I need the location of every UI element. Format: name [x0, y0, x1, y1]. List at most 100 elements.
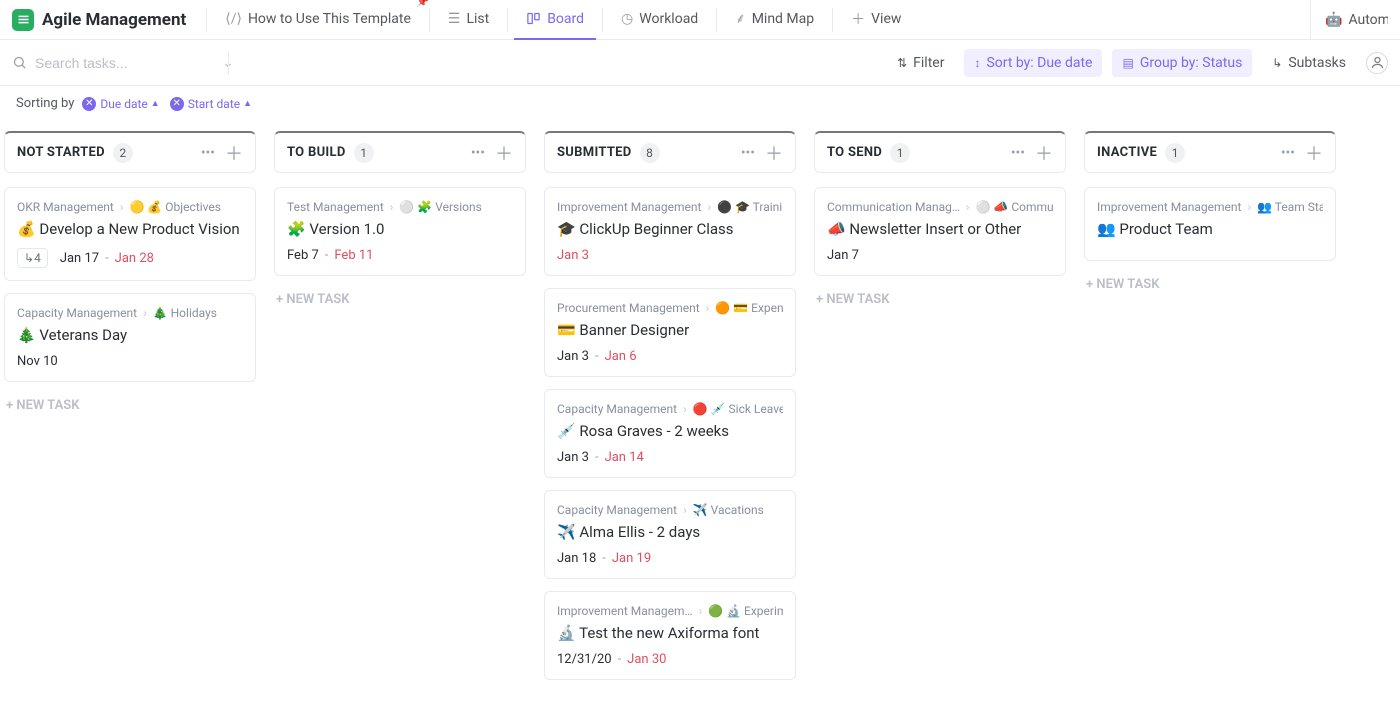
- divider: [507, 8, 508, 32]
- task-card[interactable]: Improvement Management › 👥 Team Status 👥…: [1084, 187, 1336, 261]
- nav-board[interactable]: Board: [514, 0, 596, 40]
- start-date: Jan 7: [827, 248, 859, 263]
- new-task-button[interactable]: + NEW TASK: [814, 288, 1066, 311]
- add-card-button[interactable]: ＋: [495, 140, 513, 166]
- arrow-up-icon: ▲: [151, 98, 160, 109]
- board: NOT STARTED 2 ••• ＋ OKR Management › 🟡 💰…: [0, 121, 1400, 722]
- add-card-button[interactable]: ＋: [1305, 140, 1323, 166]
- group-label: Group by: Status: [1140, 55, 1242, 71]
- sort-chips-row: Sorting by ✕ Due date ▲ ✕ Start date ▲: [0, 86, 1400, 121]
- breadcrumb-list: ⚫ 🎓 Trainings: [717, 200, 783, 214]
- column-count: 1: [1165, 143, 1185, 163]
- robot-icon: 🤖: [1325, 12, 1342, 28]
- column-count: 1: [354, 143, 374, 163]
- filter-button[interactable]: ⇅ Filter: [887, 49, 954, 77]
- close-icon[interactable]: ✕: [82, 97, 96, 111]
- breadcrumb-list: ⚪ 📣 Communica…: [976, 200, 1054, 214]
- column-menu[interactable]: •••: [1281, 145, 1295, 161]
- task-title: 🎄 Veterans Day: [17, 326, 243, 344]
- nav-workload[interactable]: ◷ Workload: [609, 0, 710, 40]
- divider: [228, 51, 229, 75]
- column-count: 8: [640, 143, 660, 163]
- start-date: 12/31/20: [557, 652, 612, 667]
- add-card-button[interactable]: ＋: [1035, 140, 1053, 166]
- divider: [602, 8, 603, 32]
- column-menu[interactable]: •••: [471, 145, 485, 161]
- column-header: SUBMITTED 8 ••• ＋: [544, 131, 796, 173]
- nav-addview-label: View: [871, 11, 901, 27]
- group-button[interactable]: ▤ Group by: Status: [1112, 49, 1252, 77]
- topbar: Agile Management ⟨/⟩ How to Use This Tem…: [0, 0, 1400, 40]
- column-title: INACTIVE: [1097, 145, 1157, 160]
- due-date: Jan 19: [612, 551, 651, 566]
- chevron-right-icon: ›: [120, 200, 124, 214]
- code-icon: ⟨/⟩: [225, 11, 242, 27]
- add-card-button[interactable]: ＋: [225, 140, 243, 166]
- arrow-up-icon: ▲: [243, 98, 252, 109]
- task-card[interactable]: Test Management › ⚪ 🧩 Versions 🧩 Version…: [274, 187, 526, 276]
- close-icon[interactable]: ✕: [170, 97, 184, 111]
- pin-icon: 📌: [416, 0, 428, 8]
- search-wrap: ⌄: [12, 54, 222, 72]
- column-title: NOT STARTED: [17, 145, 105, 160]
- chevron-right-icon: ›: [707, 200, 711, 214]
- column-header: TO SEND 1 ••• ＋: [814, 131, 1066, 173]
- breadcrumb: OKR Management › 🟡 💰 Objectives: [17, 200, 243, 214]
- new-task-button[interactable]: + NEW TASK: [4, 394, 256, 417]
- chevron-right-icon: ›: [966, 200, 970, 214]
- nav-addview[interactable]: ＋ View: [839, 0, 913, 40]
- sort-chip-due-date[interactable]: ✕ Due date ▲: [82, 97, 159, 111]
- task-card[interactable]: Improvement Management › ⚫ 🎓 Trainings 🎓…: [544, 187, 796, 276]
- task-card[interactable]: OKR Management › 🟡 💰 Objectives 💰 Develo…: [4, 187, 256, 281]
- sort-chip-start-date[interactable]: ✕ Start date ▲: [170, 97, 252, 111]
- breadcrumb-list: ✈️ Vacations: [693, 503, 764, 517]
- column-menu[interactable]: •••: [201, 145, 215, 161]
- column-title: TO SEND: [827, 145, 882, 160]
- subtask-count[interactable]: ↳ 4: [17, 248, 48, 268]
- column-menu[interactable]: •••: [741, 145, 755, 161]
- chevron-right-icon: ›: [683, 503, 687, 517]
- sort-icon: ↕: [974, 56, 980, 70]
- task-card[interactable]: Procurement Management › 🟠 💳 Expenses 💳 …: [544, 288, 796, 377]
- subtasks-button[interactable]: ↳ Subtasks: [1262, 49, 1356, 77]
- sorting-by-label: Sorting by: [16, 96, 74, 111]
- breadcrumb: Capacity Management › 🔴 💉 Sick Leave: [557, 402, 783, 416]
- nav-howto-label: How to Use This Template: [248, 11, 411, 27]
- breadcrumb-space: Test Management: [287, 200, 384, 214]
- due-date: Jan 30: [627, 652, 666, 667]
- task-title: ✈️ Alma Ellis - 2 days: [557, 523, 783, 541]
- task-title: 🔬 Test the new Axiforma font: [557, 624, 783, 642]
- add-card-button[interactable]: ＋: [765, 140, 783, 166]
- sort-button[interactable]: ↕ Sort by: Due date: [964, 49, 1102, 77]
- nav-mindmap[interactable]: ⸙ Mind Map: [723, 0, 826, 40]
- column-menu[interactable]: •••: [1011, 145, 1025, 161]
- nav-list[interactable]: ☰ List: [436, 0, 501, 40]
- task-dates: Feb 7 - Feb 11: [287, 248, 513, 263]
- search-input[interactable]: [33, 54, 218, 72]
- task-title: 🧩 Version 1.0: [287, 220, 513, 238]
- due-date: Jan 6: [605, 349, 637, 364]
- new-task-button[interactable]: + NEW TASK: [274, 288, 526, 311]
- assignee-filter[interactable]: [1366, 52, 1388, 74]
- task-card[interactable]: Improvement Managem… › 🟢 🔬 Experime… 🔬 T…: [544, 591, 796, 680]
- automations-label: Automations: [1348, 12, 1388, 28]
- task-dates: Jan 7: [827, 248, 1053, 263]
- start-date: Jan 3: [557, 349, 589, 364]
- start-date: Nov 10: [17, 354, 58, 369]
- chevron-right-icon: ›: [1247, 200, 1251, 214]
- nav-howto[interactable]: ⟨/⟩ How to Use This Template 📌: [213, 0, 423, 40]
- new-task-button[interactable]: + NEW TASK: [1084, 273, 1336, 296]
- due-date: Feb 11: [334, 248, 373, 263]
- column-submitted: SUBMITTED 8 ••• ＋ Improvement Management…: [544, 131, 796, 692]
- task-card[interactable]: Capacity Management › ✈️ Vacations ✈️ Al…: [544, 490, 796, 579]
- task-title: 💳 Banner Designer: [557, 321, 783, 339]
- task-card[interactable]: Capacity Management › 🎄 Holidays 🎄 Veter…: [4, 293, 256, 382]
- nav-list-label: List: [466, 11, 489, 27]
- breadcrumb: Improvement Management › ⚫ 🎓 Trainings: [557, 200, 783, 214]
- task-card[interactable]: Communication Manag… › ⚪ 📣 Communica… 📣 …: [814, 187, 1066, 276]
- chevron-right-icon: ›: [390, 200, 394, 214]
- task-card[interactable]: Capacity Management › 🔴 💉 Sick Leave 💉 R…: [544, 389, 796, 478]
- breadcrumb: Test Management › ⚪ 🧩 Versions: [287, 200, 513, 214]
- automations-button[interactable]: 🤖 Automations: [1310, 0, 1388, 40]
- column-header: INACTIVE 1 ••• ＋: [1084, 131, 1336, 173]
